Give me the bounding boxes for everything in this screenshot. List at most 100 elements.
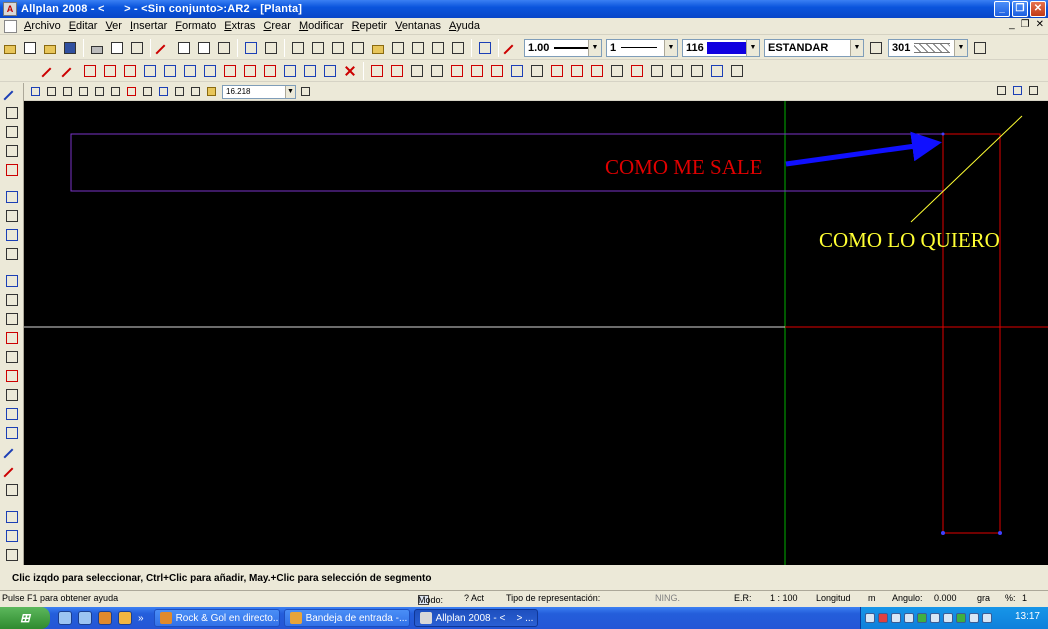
offset-icon[interactable] <box>122 63 138 79</box>
length-unit[interactable]: m <box>868 593 876 603</box>
calc-tool-icon[interactable] <box>4 528 20 544</box>
title-bar[interactable]: A Allplan 2008 - < > - <Sin conjunto>:AR… <box>0 0 1048 18</box>
open-project-icon[interactable] <box>2 40 18 56</box>
view-icon[interactable] <box>430 40 446 56</box>
fill-icon[interactable] <box>709 63 725 79</box>
door-tool-icon[interactable] <box>4 292 20 308</box>
text-tool-icon[interactable] <box>4 105 20 121</box>
stair-tool-icon[interactable] <box>4 349 20 365</box>
task-firefox[interactable]: Rock & Gol en directo... <box>153 609 280 627</box>
doc-close-icon[interactable]: ✕ <box>1036 19 1044 30</box>
view-rotate-icon[interactable] <box>158 86 170 98</box>
delete-icon[interactable] <box>342 63 358 79</box>
grid-tool-icon[interactable] <box>4 143 20 159</box>
join-icon[interactable] <box>369 63 385 79</box>
3d-cube-icon[interactable] <box>450 40 466 56</box>
task-allplan[interactable]: Allplan 2008 - < > ... <box>413 609 538 627</box>
spline-icon[interactable] <box>589 63 605 79</box>
restore-button[interactable]: ❐ <box>1012 1 1028 17</box>
copy-elements-icon[interactable] <box>182 63 198 79</box>
image-icon[interactable] <box>410 40 426 56</box>
help-pointer-icon[interactable] <box>477 40 493 56</box>
show-desktop-icon[interactable] <box>78 611 92 625</box>
copy-along-icon[interactable] <box>202 63 218 79</box>
rotate-icon[interactable] <box>242 63 258 79</box>
scale-value[interactable]: 1 : 100 <box>770 593 798 603</box>
volume-icon[interactable] <box>943 613 953 623</box>
pen-thickness-select[interactable]: 1.00 ▼ <box>524 38 602 57</box>
angle-unit[interactable]: gra <box>977 593 990 603</box>
hatch-select[interactable]: 301 ▼ <box>888 38 968 57</box>
representation-value[interactable]: NING. <box>655 593 680 603</box>
format-painter-icon[interactable] <box>216 40 232 56</box>
task-mail[interactable]: Bandeja de entrada -... <box>283 609 410 627</box>
layout-icon[interactable] <box>129 40 145 56</box>
area-icon[interactable] <box>649 63 665 79</box>
app-quicklaunch-icon[interactable] <box>118 611 132 625</box>
bitmap-icon[interactable] <box>729 63 745 79</box>
menu-repetir[interactable]: Repetir <box>348 20 391 32</box>
room-tool-icon[interactable] <box>4 273 20 289</box>
mirror-icon[interactable] <box>142 63 158 79</box>
document-icon[interactable] <box>4 19 17 33</box>
lines-tool-icon[interactable] <box>4 425 20 441</box>
antivirus-icon[interactable] <box>878 613 888 623</box>
menu-extras[interactable]: Extras <box>220 20 259 32</box>
curve-icon[interactable] <box>569 63 585 79</box>
wall-tool-icon[interactable] <box>4 189 20 205</box>
menu-formato[interactable]: Formato <box>171 20 220 32</box>
line-type-select[interactable]: 1 ▼ <box>606 38 678 57</box>
print-preview-icon[interactable] <box>109 40 125 56</box>
tray-icon[interactable] <box>865 613 875 623</box>
tray-icon[interactable] <box>930 613 940 623</box>
object-tool-icon[interactable] <box>4 330 20 346</box>
tray-icon[interactable] <box>904 613 914 623</box>
diagonal-tool-icon[interactable] <box>3 444 20 466</box>
layers-tool-icon[interactable] <box>4 482 20 498</box>
extend-icon[interactable] <box>61 63 79 84</box>
divide-icon[interactable] <box>82 63 98 79</box>
print-icon[interactable] <box>89 40 105 56</box>
group-icon[interactable] <box>322 63 338 79</box>
railing-tool-icon[interactable] <box>4 368 20 384</box>
tray-icon[interactable] <box>891 613 901 623</box>
layer-icon[interactable] <box>390 40 406 56</box>
open-file-icon[interactable] <box>42 40 58 56</box>
format-properties-icon[interactable] <box>972 40 988 56</box>
pipette-tool-icon[interactable] <box>4 406 20 422</box>
regenerate-icon[interactable] <box>126 86 138 98</box>
zoom-in-icon[interactable] <box>78 86 90 98</box>
minimize-button[interactable]: _ <box>994 1 1010 17</box>
undo-icon[interactable] <box>243 40 259 56</box>
window-tool-icon[interactable] <box>4 311 20 327</box>
properties-icon[interactable] <box>629 63 645 79</box>
pen-color-select[interactable]: 116 ▼ <box>682 38 760 57</box>
roof-tool-icon[interactable] <box>4 387 20 403</box>
drawing-canvas[interactable]: COMO ME SALE COMO LO QUIERO <box>24 101 1048 565</box>
menu-modificar[interactable]: Modificar <box>295 20 348 32</box>
chevron-down-icon[interactable]: ▼ <box>850 39 863 56</box>
corner-icon[interactable] <box>429 63 445 79</box>
tray-icon[interactable] <box>969 613 979 623</box>
pin-icon[interactable] <box>300 86 312 98</box>
chevron-down-icon[interactable]: ▼ <box>746 39 759 56</box>
crosshair-icon[interactable] <box>110 86 122 98</box>
menu-editar[interactable]: Editar <box>65 20 102 32</box>
layer-select[interactable]: ESTANDAR ▼ <box>764 38 864 57</box>
delete-segment-icon[interactable] <box>449 63 465 79</box>
menu-insertar[interactable]: Insertar <box>126 20 171 32</box>
dimension-tool-icon[interactable] <box>4 124 20 140</box>
hatch-style-icon[interactable] <box>868 40 884 56</box>
menu-archivo[interactable]: Archivo <box>20 20 65 32</box>
stretch-icon[interactable] <box>302 63 318 79</box>
network-icon[interactable] <box>917 613 927 623</box>
menu-ventanas[interactable]: Ventanas <box>391 20 445 32</box>
pen-tool-icon[interactable] <box>3 463 20 485</box>
modify-point-icon[interactable] <box>529 63 545 79</box>
fillet-icon[interactable] <box>389 63 405 79</box>
copy-icon[interactable] <box>176 40 192 56</box>
menu-ayuda[interactable]: Ayuda <box>445 20 484 32</box>
menu-crear[interactable]: Crear <box>259 20 295 32</box>
delete-double-icon[interactable] <box>489 63 505 79</box>
scale-icon[interactable] <box>262 63 278 79</box>
